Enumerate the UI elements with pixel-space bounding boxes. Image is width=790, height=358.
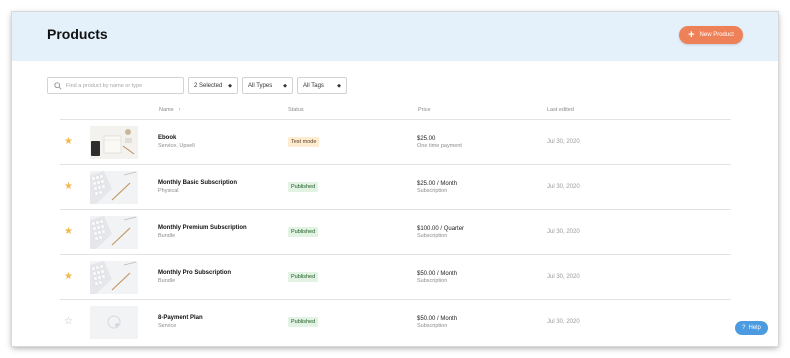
keyboard-photo [90,216,138,249]
price-type: One time payment [417,143,462,149]
price-type: Subscription [417,278,448,284]
tags-dropdown[interactable]: All Tags ◆ [297,77,347,94]
price-type: Subscription [417,188,448,194]
product-thumbnail [90,216,138,249]
image-placeholder-icon [90,306,138,339]
row-divider [60,164,731,165]
page-title: Products [47,26,108,42]
price-type: Subscription [417,233,448,239]
status-badge: Published [288,227,319,237]
plus-icon: + [688,29,695,41]
product-name[interactable]: Monthly Premium Subscription [158,225,247,231]
caret-updown-icon: ◆ [228,82,232,89]
desk-photo [90,126,138,159]
question-icon: ? [742,325,746,331]
search-icon [54,81,62,90]
caret-updown-icon: ◆ [283,82,287,89]
new-product-label: New Product [699,32,734,38]
star-icon[interactable]: ★ [64,227,73,237]
selection-dropdown-label: 2 Selected [194,82,223,89]
help-label: Help [748,325,761,331]
product-thumbnail [90,171,138,204]
types-dropdown-label: All Types [248,82,273,89]
tags-dropdown-label: All Tags [303,82,324,89]
product-category: Physical [158,188,179,194]
product-category: Bundle [158,278,176,284]
product-name[interactable]: Monthly Pro Subscription [158,270,231,276]
sort-up-icon: ↑ [178,107,181,113]
app-window: Products + New Product Find a product by… [12,12,778,346]
last-edited-date: Jul 30, 2020 [547,319,580,325]
column-header-name[interactable]: Name ↑ [159,107,181,113]
product-price: $50.00 / Month [417,316,458,322]
last-edited-date: Jul 30, 2020 [547,274,580,280]
caret-updown-icon: ◆ [337,82,341,89]
star-icon[interactable]: ★ [64,137,73,147]
product-price: $100.00 / Quarter [417,226,465,232]
header-divider [60,119,731,120]
help-button[interactable]: ? Help [735,321,768,335]
row-divider [60,299,731,300]
column-header-price[interactable]: Price [418,107,431,113]
column-header-status[interactable]: Status [288,107,304,113]
product-thumbnail [90,306,138,339]
star-icon[interactable]: ★ [64,272,73,282]
product-thumbnail [90,126,138,159]
page-header: Products + New Product [12,12,778,61]
column-header-last-edited[interactable]: Last edited [547,107,574,113]
search-input[interactable]: Find a product by name or type [47,77,184,94]
status-badge: Published [288,272,319,282]
product-name[interactable]: Ebook [158,135,176,141]
product-price: $25.00 [417,136,436,142]
product-name[interactable]: 8-Payment Plan [158,315,203,321]
product-category: Bundle [158,233,176,239]
keyboard-photo [90,261,138,294]
star-outline-icon[interactable]: ☆ [64,317,73,327]
status-badge: Test mode [288,137,320,147]
types-dropdown[interactable]: All Types ◆ [242,77,293,94]
selection-dropdown[interactable]: 2 Selected ◆ [188,77,238,94]
status-badge: Published [288,317,319,327]
last-edited-date: Jul 30, 2020 [547,229,580,235]
product-name[interactable]: Monthly Basic Subscription [158,180,237,186]
product-price: $50.00 / Month [417,271,458,277]
row-divider [60,254,731,255]
status-badge: Published [288,182,319,192]
star-icon[interactable]: ★ [64,182,73,192]
row-divider [60,209,731,210]
product-category: Service [158,323,177,329]
search-placeholder: Find a product by name or type [66,82,143,89]
keyboard-photo [90,171,138,204]
product-price: $25.00 / Month [417,181,458,187]
last-edited-date: Jul 30, 2020 [547,139,580,145]
last-edited-date: Jul 30, 2020 [547,184,580,190]
product-thumbnail [90,261,138,294]
product-category: Service, Upsell [158,143,195,149]
price-type: Subscription [417,323,448,329]
new-product-button[interactable]: + New Product [679,26,743,44]
